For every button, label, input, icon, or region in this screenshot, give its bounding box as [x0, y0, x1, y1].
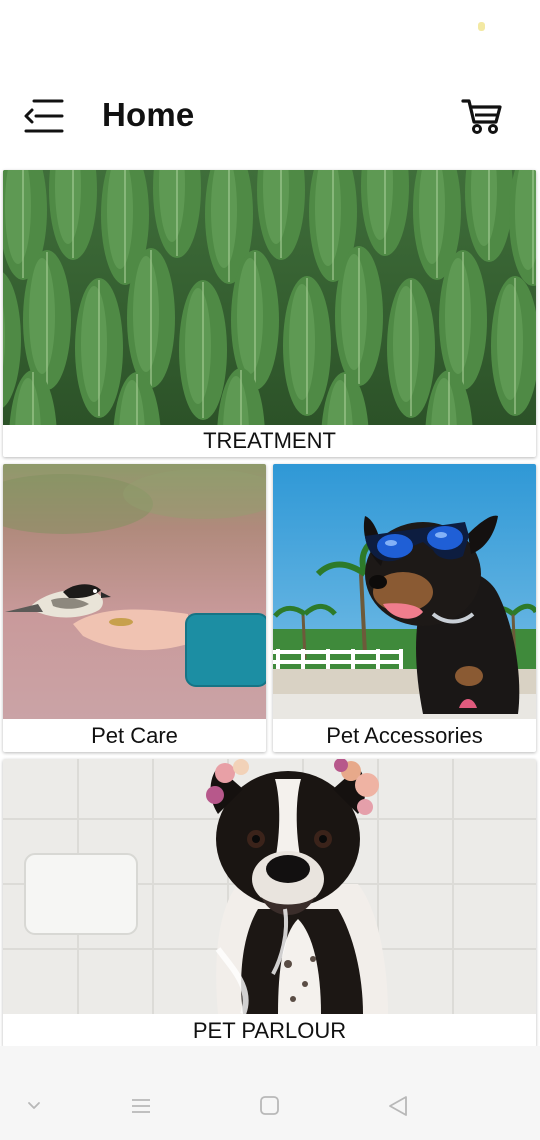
page-title: Home	[102, 96, 195, 133]
card-label: TREATMENT	[203, 428, 336, 453]
pet-care-image	[3, 464, 266, 719]
app-bar: Home	[0, 82, 540, 152]
card-label: Pet Care	[91, 723, 178, 748]
notification-dot-icon	[478, 22, 485, 31]
back-icon	[389, 1096, 407, 1116]
category-card-treatment[interactable]: TREATMENT	[3, 170, 536, 457]
cart-button[interactable]	[460, 96, 504, 136]
category-card-pet-care[interactable]: Pet Care	[3, 464, 266, 752]
status-bar	[0, 0, 540, 60]
category-card-pet-parlour[interactable]: PET PARLOUR	[3, 759, 536, 1047]
nav-home-button[interactable]	[255, 1094, 285, 1118]
chevron-down-icon	[28, 1102, 40, 1109]
system-nav-bar	[0, 1046, 540, 1140]
pet-accessories-image	[273, 464, 536, 719]
menu-back-icon	[24, 99, 64, 133]
pet-parlour-image	[3, 759, 536, 1014]
recents-icon	[132, 1099, 150, 1113]
nav-back-button[interactable]	[384, 1094, 414, 1118]
card-label: PET PARLOUR	[192, 1018, 347, 1043]
category-card-pet-accessories[interactable]: Pet Accessories	[273, 464, 536, 752]
home-icon	[260, 1096, 279, 1115]
card-label: Pet Accessories	[326, 723, 483, 748]
treatment-image	[3, 170, 536, 425]
cart-icon	[461, 99, 502, 134]
nav-recents-button[interactable]	[126, 1094, 156, 1118]
home-screen: Home TREATMENT Pet Care Pet Accessories …	[0, 0, 540, 1140]
nav-hide-button[interactable]	[20, 1094, 50, 1118]
menu-button[interactable]	[22, 98, 64, 134]
